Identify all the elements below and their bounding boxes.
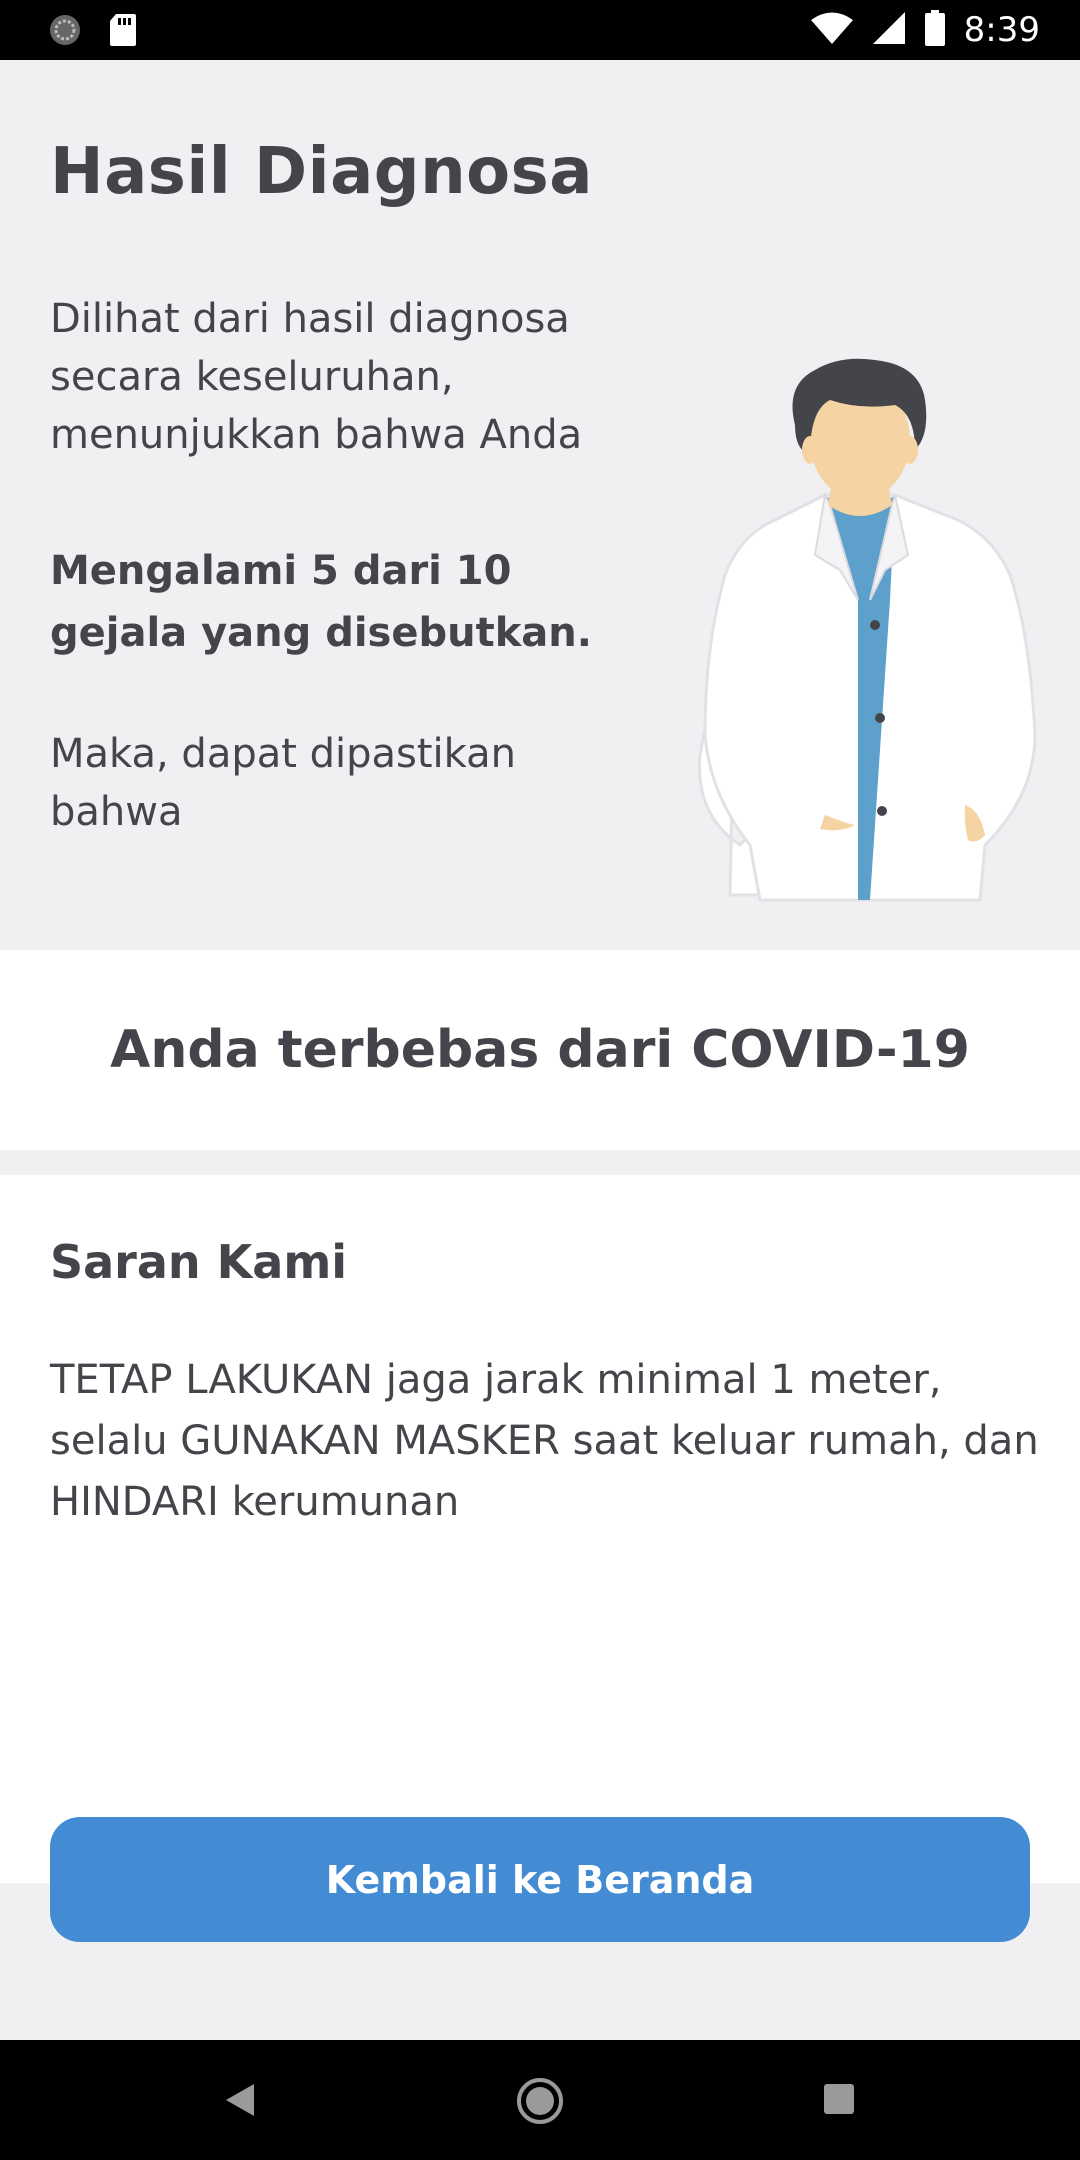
diagnosis-header: Hasil Diagnosa Dilihat dari hasil diagno… <box>0 60 1080 950</box>
diagnosis-result: Anda terbebas dari COVID-19 <box>0 950 1080 1150</box>
recents-icon[interactable] <box>822 2082 856 2120</box>
sd-card-icon <box>108 12 138 52</box>
intro-text: Dilihat dari hasil diagnosa secara kesel… <box>50 296 583 458</box>
back-to-home-button[interactable]: Kembali ke Beranda <box>50 1817 1030 1942</box>
advice-section: Saran Kami TETAP LAKUKAN jaga jarak mini… <box>0 1175 1080 1883</box>
wifi-icon <box>810 11 854 49</box>
battery-icon <box>924 10 946 50</box>
result-text: Anda terbebas dari COVID-19 <box>110 1020 970 1080</box>
advice-title: Saran Kami <box>50 1235 348 1289</box>
system-nav-bar <box>0 2040 1080 2160</box>
signal-icon <box>872 11 906 49</box>
symptom-count-text: Mengalami 5 dari 10 gejala yang disebutk… <box>50 548 592 656</box>
status-bar: 8:39 <box>0 0 1080 60</box>
home-icon[interactable] <box>515 2076 565 2130</box>
doctor-illustration <box>698 358 1037 902</box>
status-time: 8:39 <box>963 10 1040 50</box>
advice-body: TETAP LAKUKAN jaga jarak minimal 1 meter… <box>50 1357 1039 1525</box>
notification-circle-icon <box>48 13 82 51</box>
page-title: Hasil Diagnosa <box>50 135 593 209</box>
back-icon[interactable] <box>222 2080 258 2124</box>
conclusion-lead-text: Maka, dapat dipastikan bahwa <box>50 731 516 835</box>
